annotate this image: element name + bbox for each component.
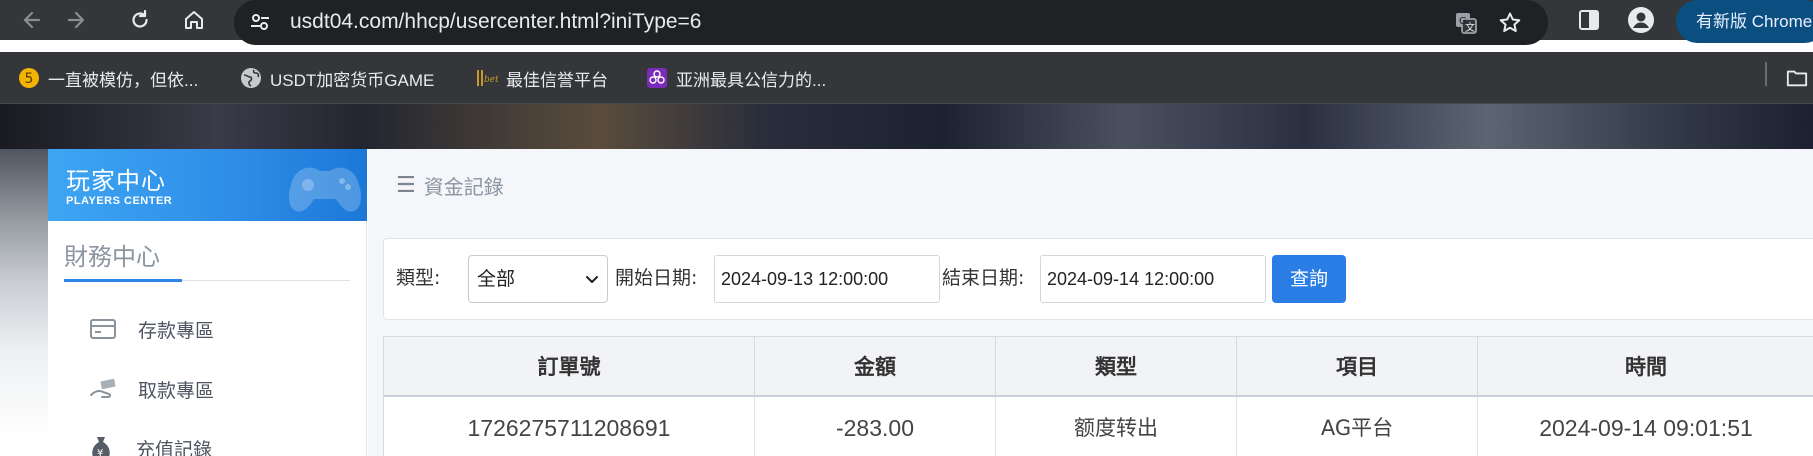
logo-title: 玩家中心 (66, 167, 166, 195)
url-text[interactable]: usdt04.com/hhcp/usercenter.html?iniType=… (290, 0, 702, 45)
bookmark-label: 亚洲最具公信力的... (676, 70, 827, 90)
table-header-time: 時間 (1478, 337, 1813, 397)
purple-flower-icon (646, 67, 668, 89)
translate-icon: G文 (1456, 13, 1477, 34)
bookmarks-divider (1765, 62, 1767, 86)
home-icon (185, 11, 203, 29)
hand-money-icon (88, 374, 118, 404)
home-button[interactable] (180, 6, 208, 34)
chevron-down-icon (585, 257, 599, 320)
players-center-logo[interactable]: 玩家中心 PLAYERS CENTER (48, 149, 367, 221)
records-table: 訂單號 金額 類型 項目 時間 1726275711208691 -283.00… (383, 336, 1813, 456)
cell-amount: -283.00 (755, 397, 996, 456)
svg-text:¥: ¥ (97, 448, 103, 456)
finance-center-title: 財務中心 (64, 243, 160, 271)
sidebar: 玩家中心 PLAYERS CENTER 財務中心 存款專區 取款專區 ¥ 充值記… (48, 149, 367, 456)
filter-panel: 類型: 全部 開始日期: 2024-09-13 12:00:00 結束日期: 2… (383, 238, 1813, 320)
svg-text:文: 文 (1465, 21, 1475, 34)
svg-text:5: 5 (25, 71, 34, 87)
gamepad-icon (289, 167, 361, 212)
table-header-order-no: 訂單號 (384, 337, 755, 397)
address-bar[interactable]: usdt04.com/hhcp/usercenter.html?iniType=… (234, 0, 1548, 45)
breadcrumb: ☰ 資金記錄 (396, 171, 504, 200)
bookmark-label: 最佳信誉平台 (506, 70, 608, 90)
type-label: 類型: (396, 267, 441, 289)
money-bag-icon: ¥ (86, 433, 116, 456)
bookmark-item-4[interactable]: 亚洲最具公信力的... (646, 62, 826, 94)
end-date-label: 結束日期: (942, 267, 1025, 289)
translate-button[interactable]: G文 (1452, 9, 1480, 37)
bookmark-label: USDT加密货币GAME (270, 70, 435, 90)
logo-subtitle: PLAYERS CENTER (66, 195, 173, 207)
site-info-button[interactable] (246, 8, 274, 36)
forward-arrow-icon (67, 11, 85, 29)
back-arrow-icon (23, 11, 41, 29)
globe-icon (240, 67, 262, 89)
folder-icon (1786, 67, 1808, 89)
end-date-input[interactable]: 2024-09-14 12:00:00 (1040, 255, 1266, 303)
background-blur-strip (0, 149, 48, 439)
page-title: 資金記錄 (423, 175, 504, 199)
tune-icon (251, 14, 269, 30)
gold-logo-icon: bet (476, 67, 498, 89)
table-header-amount: 金額 (755, 337, 996, 397)
header-banner (0, 104, 1813, 149)
number-five-coin-icon: 5 (18, 67, 40, 89)
bookmark-item-3[interactable]: bet 最佳信誉平台 (476, 62, 608, 94)
sidebar-item-label: 取款專區 (138, 379, 215, 402)
sidebar-item-label: 充值記錄 (136, 438, 213, 456)
cell-type: 额度转出 (996, 397, 1237, 456)
type-select-value: 全部 (477, 268, 516, 290)
cell-time: 2024-09-14 09:01:51 (1478, 397, 1813, 456)
table-header-type: 類型 (996, 337, 1237, 397)
start-date-input[interactable]: 2024-09-13 12:00:00 (714, 255, 940, 303)
cell-order-no: 1726275711208691 (384, 397, 755, 456)
table-header-item: 項目 (1237, 337, 1478, 397)
back-button[interactable] (18, 6, 46, 34)
start-date-label: 開始日期: (615, 267, 698, 289)
profile-avatar-icon (1628, 7, 1654, 33)
bookmarks-bar: 5 一直被模仿，但依... USDT加密货币GAME bet 最佳信誉平台 亚洲… (0, 52, 1813, 104)
menu-hamburger-icon[interactable]: ☰ (396, 173, 416, 198)
reload-icon (132, 9, 148, 28)
sidebar-item-recharge-records[interactable]: ¥ 充值記錄 (86, 428, 212, 456)
type-select[interactable]: 全部 (468, 255, 608, 303)
section-active-underline (64, 279, 182, 282)
bookmark-item-1[interactable]: 5 一直被模仿，但依... (18, 62, 198, 94)
bookmark-star-button[interactable] (1496, 9, 1524, 37)
other-bookmarks-button[interactable] (1786, 62, 1813, 94)
svg-text:bet: bet (484, 75, 498, 85)
star-icon (1499, 12, 1521, 32)
bookmark-item-2[interactable]: USDT加密货币GAME (240, 62, 434, 94)
profile-button[interactable] (1627, 6, 1655, 34)
sidebar-item-withdraw[interactable]: 取款專區 (88, 369, 214, 409)
cell-item: AG平台 (1237, 397, 1478, 456)
forward-button[interactable] (62, 6, 90, 34)
card-icon (88, 314, 118, 344)
page-viewport: 玩家中心 PLAYERS CENTER 財務中心 存款專區 取款專區 ¥ 充值記… (0, 104, 1813, 456)
browser-toolbar: usdt04.com/hhcp/usercenter.html?iniType=… (0, 0, 1813, 45)
sidebar-item-label: 存款專區 (138, 319, 215, 342)
side-panel-button[interactable] (1575, 6, 1603, 34)
reload-button[interactable] (126, 6, 154, 34)
bookmark-label: 一直被模仿，但依... (48, 70, 199, 90)
side-panel-icon (1579, 10, 1599, 30)
query-button[interactable]: 查詢 (1272, 255, 1346, 303)
sidebar-item-deposit[interactable]: 存款專區 (88, 309, 214, 349)
chrome-update-button[interactable]: 有新版 Chrome (1676, 0, 1813, 43)
main-content: ☰ 資金記錄 類型: 全部 開始日期: 2024-09-13 12:00:00 … (368, 149, 1813, 456)
